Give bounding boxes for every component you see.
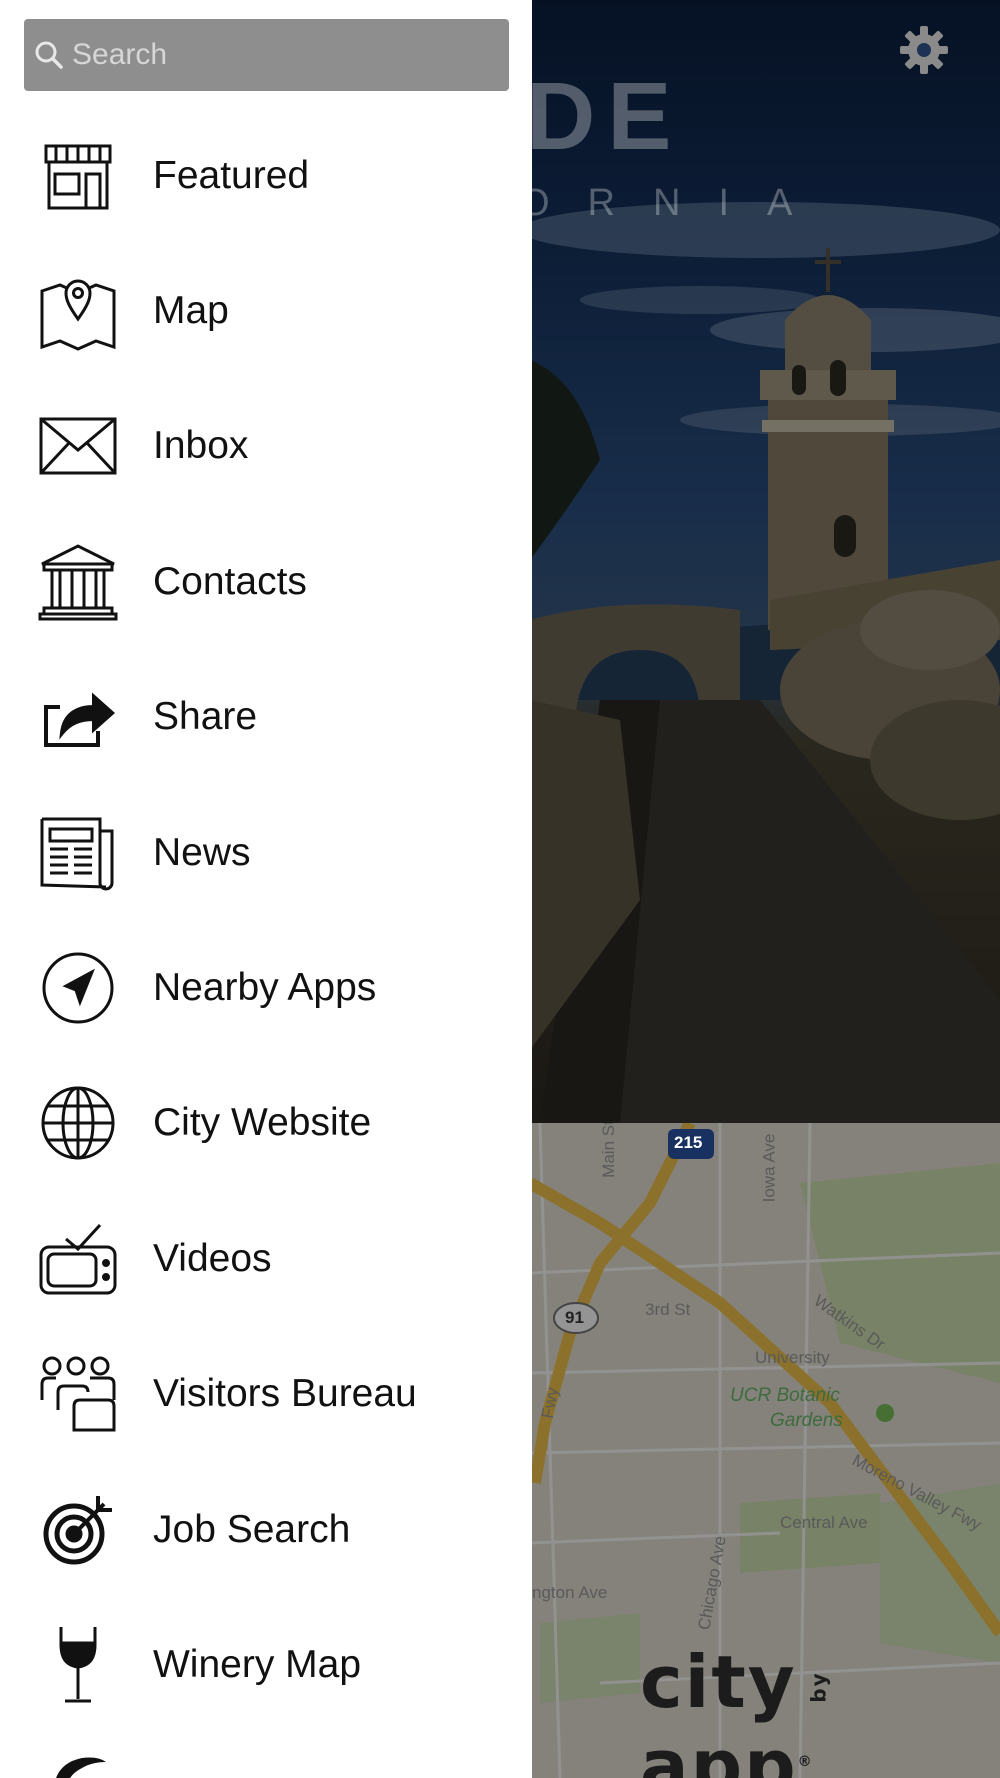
wine-glass-icon (36, 1623, 120, 1707)
map-label-central-ave: Central Ave (780, 1513, 868, 1532)
partial-menu-icon (56, 1757, 106, 1778)
map-label-ucr-botanic: UCR Botanic (730, 1385, 840, 1406)
map-label-main-st: Main St (598, 1123, 618, 1178)
menu-item-label: Winery Map (153, 1642, 362, 1686)
menu-item-label: Nearby Apps (153, 966, 377, 1010)
menu-item-city-website[interactable]: City Website (0, 1056, 532, 1191)
map-pin-icon (36, 269, 120, 353)
map-label-3rd-st: 3rd St (645, 1300, 691, 1319)
globe-icon (36, 1081, 120, 1165)
menu-item-label: Contacts (153, 559, 307, 603)
map-shield-215: 215 (674, 1133, 703, 1152)
menu-item-contacts[interactable]: Contacts (0, 514, 532, 649)
map-label-ngton-ave: ngton Ave (532, 1583, 608, 1602)
menu-item-videos[interactable]: Videos (0, 1191, 532, 1326)
menu-item-inbox[interactable]: Inbox (0, 379, 532, 514)
search-icon (35, 41, 63, 69)
map-label-iowa-ave: Iowa Ave (759, 1133, 779, 1203)
menu-item-label: City Website (153, 1101, 372, 1145)
map-label-gardens: Gardens (770, 1410, 843, 1431)
settings-button[interactable] (896, 22, 952, 78)
menu-item-label: Inbox (153, 424, 249, 468)
search-input[interactable] (72, 38, 492, 72)
gear-icon (900, 26, 948, 74)
envelope-icon (36, 404, 120, 488)
menu-item-featured[interactable]: Featured (0, 108, 532, 243)
location-arrow-icon (36, 946, 120, 1030)
menu-item-label: Map (153, 289, 229, 333)
city-subtitle: ORNIA (520, 182, 831, 224)
search-bar[interactable] (24, 19, 509, 91)
map-label-university: University (755, 1348, 830, 1367)
city-by-app-logo: city byapp® (640, 1640, 831, 1778)
newspaper-icon (36, 811, 120, 895)
menu-item-news[interactable]: News (0, 785, 532, 920)
navigation-drawer: Featured Map Inbox (0, 0, 532, 1778)
menu-item-label: Featured (153, 153, 310, 197)
menu-item-label: Videos (153, 1236, 272, 1280)
target-icon (36, 1488, 120, 1572)
menu-item-winery-map[interactable]: Winery Map (0, 1597, 532, 1732)
building-columns-icon (36, 540, 120, 624)
menu-item-label: News (153, 830, 251, 874)
menu-item-nearby-apps[interactable]: Nearby Apps (0, 920, 532, 1055)
menu-item-map[interactable]: Map (0, 243, 532, 378)
people-group-icon (36, 1352, 120, 1436)
share-arrow-icon (36, 675, 120, 759)
menu-item-label: Visitors Bureau (153, 1372, 417, 1416)
map-shield-91: 91 (565, 1308, 584, 1327)
storefront-icon (36, 134, 120, 218)
menu-list: Featured Map Inbox Contacts Share News N… (0, 108, 532, 1733)
menu-item-share[interactable]: Share (0, 650, 532, 785)
menu-item-label: Share (153, 695, 258, 739)
menu-item-job-search[interactable]: Job Search (0, 1462, 532, 1597)
menu-item-visitors-bureau[interactable]: Visitors Bureau (0, 1327, 532, 1462)
menu-item-label: Job Search (153, 1507, 351, 1551)
tv-icon (36, 1217, 120, 1301)
